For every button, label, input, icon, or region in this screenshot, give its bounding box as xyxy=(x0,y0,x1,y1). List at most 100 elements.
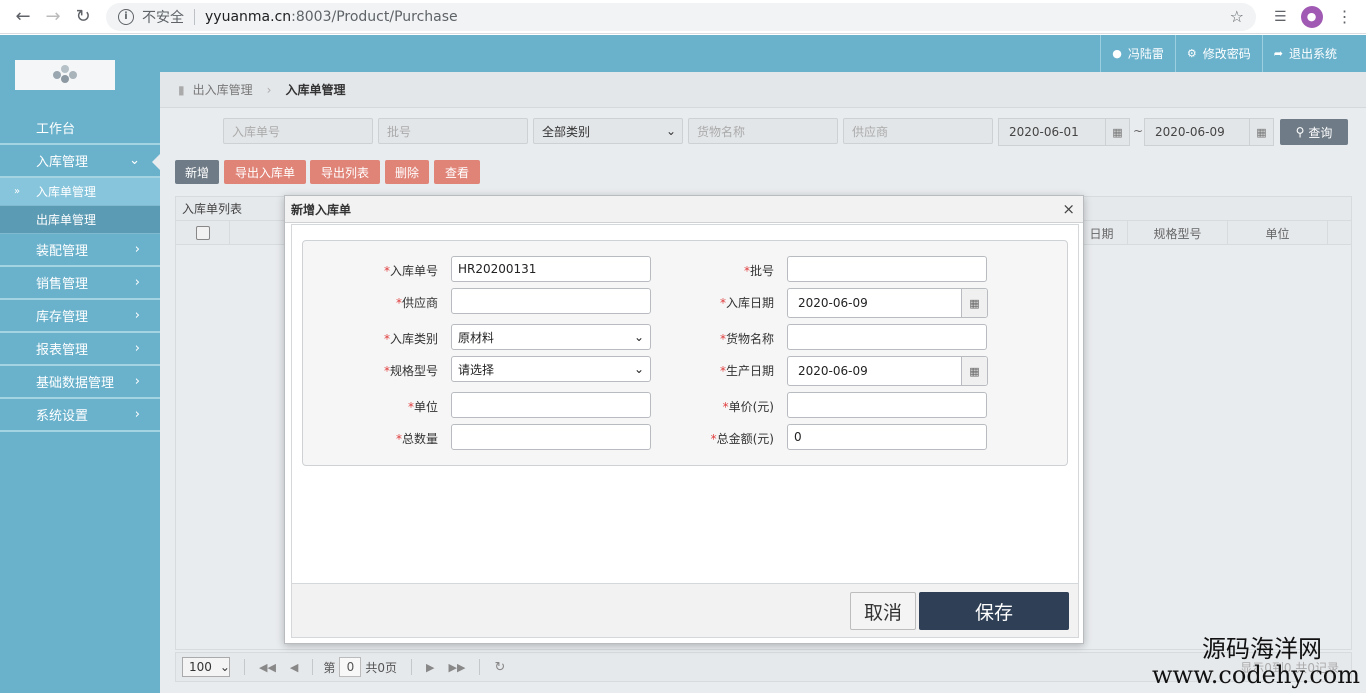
browser-menu-icon[interactable]: ⋮ xyxy=(1337,7,1353,26)
batch-input[interactable] xyxy=(787,256,987,282)
save-button[interactable]: 保存 xyxy=(919,592,1069,630)
reload-icon[interactable]: ↻ xyxy=(68,2,98,32)
add-inbound-order-dialog: 新增入库单 × *入库单号 HR20200131 *批号 *供应商 *入库日期 … xyxy=(284,195,1084,644)
add-button[interactable]: 新增 xyxy=(175,160,219,184)
change-password-button[interactable]: ⚙ 修改密码 xyxy=(1174,35,1262,72)
sidebar: 工作台 入库管理 ⌄ » 入库单管理 出库单管理 装配管理 › 销售管理 › 库… xyxy=(0,112,160,693)
company-logo xyxy=(15,60,115,90)
header-actions: ● 冯陆雷 ⚙ 修改密码 ➦ 退出系统 xyxy=(1100,35,1348,72)
user-menu[interactable]: ● 冯陆雷 xyxy=(1100,35,1175,72)
page-size-select[interactable]: 100 ⌄ xyxy=(182,657,230,677)
in-date-input[interactable]: 2020-06-09 ▦ xyxy=(787,288,988,318)
column-header-spec[interactable]: 规格型号 xyxy=(1128,221,1228,245)
order-no-input[interactable]: HR20200131 xyxy=(451,256,651,282)
close-icon[interactable]: × xyxy=(1062,200,1075,218)
search-icon: ⚲ xyxy=(1295,125,1305,139)
batch-label: *批号 xyxy=(743,264,774,278)
sidebar-item-inventory[interactable]: 库存管理 › xyxy=(0,300,160,333)
batch-filter-input[interactable]: 批号 xyxy=(378,118,528,144)
spec-value: 请选择 xyxy=(458,362,495,377)
sidebar-item-label: 系统设置 xyxy=(36,409,89,424)
logout-label: 退出系统 xyxy=(1288,47,1337,61)
price-input[interactable] xyxy=(787,392,987,418)
order-no-label: *入库单号 xyxy=(383,264,438,278)
calendar-icon[interactable]: ▦ xyxy=(1105,119,1129,145)
supplier-filter-input[interactable]: 供应商 xyxy=(843,118,993,144)
chevron-right-icon: › xyxy=(134,341,140,356)
logo-area xyxy=(0,35,160,112)
prod-date-input[interactable]: 2020-06-09 ▦ xyxy=(787,356,988,386)
profile-avatar[interactable]: ● xyxy=(1300,5,1323,28)
query-button[interactable]: ⚲ 查询 xyxy=(1280,119,1348,145)
sidebar-subitem-outbound-orders[interactable]: 出库单管理 xyxy=(0,206,160,234)
date-range-tilde: ~ xyxy=(1133,124,1144,138)
last-page-icon[interactable]: ▶▶ xyxy=(449,661,466,674)
sidebar-item-label: 工作台 xyxy=(36,122,76,137)
chevron-right-icon: › xyxy=(134,242,140,257)
inbound-order-form: *入库单号 HR20200131 *批号 *供应商 *入库日期 2020-06-… xyxy=(302,240,1068,466)
category-filter-value: 全部类别 xyxy=(542,124,591,139)
next-page-icon[interactable]: ▶ xyxy=(426,661,434,674)
site-watermark: 源码海洋网 www.codehy.com xyxy=(1152,637,1360,687)
goods-filter-input[interactable]: 货物名称 xyxy=(688,118,838,144)
chevron-right-icon: › xyxy=(134,407,140,422)
in-date-value: 2020-06-09 xyxy=(798,296,868,310)
delete-button[interactable]: 删除 xyxy=(385,160,429,184)
first-page-icon[interactable]: ◀◀ xyxy=(259,661,276,674)
spec-select[interactable]: 请选择 ⌄ xyxy=(451,356,651,382)
date-to-input[interactable]: 2020-06-09 ▦ xyxy=(1144,118,1274,146)
unit-input[interactable] xyxy=(451,392,651,418)
total-pages: 共0页 xyxy=(365,660,398,675)
sidebar-item-assembly[interactable]: 装配管理 › xyxy=(0,234,160,267)
refresh-icon[interactable]: ↻ xyxy=(494,660,505,675)
category-filter-select[interactable]: 全部类别 ⌄ xyxy=(533,118,683,144)
sidebar-item-sales[interactable]: 销售管理 › xyxy=(0,267,160,300)
sidebar-subitem-inbound-orders[interactable]: » 入库单管理 xyxy=(0,178,160,206)
sidebar-item-label: 库存管理 xyxy=(36,310,89,325)
share-arrow-icon: ➦ xyxy=(1273,47,1283,60)
cancel-button[interactable]: 取消 xyxy=(850,592,916,630)
goods-input[interactable] xyxy=(787,324,987,350)
qty-input[interactable] xyxy=(451,424,651,450)
chevron-down-icon: ⌄ xyxy=(219,660,230,674)
page-number-input[interactable]: 0 xyxy=(339,657,362,677)
category-value: 原材料 xyxy=(458,330,495,345)
prev-page-icon[interactable]: ◀ xyxy=(290,661,298,674)
calendar-icon[interactable]: ▦ xyxy=(961,357,987,385)
info-icon[interactable]: i xyxy=(118,8,134,25)
sidebar-item-reports[interactable]: 报表管理 › xyxy=(0,333,160,366)
date-from-input[interactable]: 2020-06-01 ▦ xyxy=(998,118,1130,146)
amount-label: *总金额(元) xyxy=(710,432,774,446)
calendar-icon[interactable]: ▦ xyxy=(1249,119,1273,145)
sidebar-item-inbound[interactable]: 入库管理 ⌄ xyxy=(0,145,160,178)
logout-button[interactable]: ➦ 退出系统 xyxy=(1261,35,1348,72)
sidebar-item-settings[interactable]: 系统设置 › xyxy=(0,399,160,432)
supplier-input[interactable] xyxy=(451,288,651,314)
media-playlist-icon[interactable]: ☰ xyxy=(1274,9,1287,25)
pager-divider xyxy=(312,659,314,675)
dialog-title: 新增入库单 xyxy=(285,196,1083,223)
sidebar-item-master-data[interactable]: 基础数据管理 › xyxy=(0,366,160,399)
bookmark-star-icon[interactable]: ☆ xyxy=(1230,7,1244,26)
address-bar[interactable]: i 不安全 yyuanma.cn :8003/Product/Purchase … xyxy=(106,2,1256,31)
back-arrow-icon[interactable]: ← xyxy=(8,2,38,32)
forward-arrow-icon[interactable]: → xyxy=(38,2,68,32)
amount-input[interactable]: 0 xyxy=(787,424,987,450)
breadcrumb-parent[interactable]: 出入库管理 xyxy=(193,81,253,98)
chevron-right-icon: › xyxy=(134,374,140,389)
category-select[interactable]: 原材料 ⌄ xyxy=(451,324,651,350)
export-order-button[interactable]: 导出入库单 xyxy=(224,160,306,184)
order-no-filter-input[interactable]: 入库单号 xyxy=(223,118,373,144)
export-list-button[interactable]: 导出列表 xyxy=(310,160,380,184)
chevron-down-icon: ⌄ xyxy=(633,330,644,344)
calendar-icon[interactable]: ▦ xyxy=(961,289,987,317)
url-host: yyuanma.cn xyxy=(205,8,292,25)
select-all-checkbox[interactable] xyxy=(195,226,210,240)
column-header-unit[interactable]: 单位 xyxy=(1228,221,1328,245)
page-size-value: 100 xyxy=(189,660,212,674)
watermark-line-2: www.codehy.com xyxy=(1152,661,1360,689)
view-button[interactable]: 查看 xyxy=(434,160,480,184)
dialog-body: *入库单号 HR20200131 *批号 *供应商 *入库日期 2020-06-… xyxy=(291,224,1079,584)
sidebar-item-workbench[interactable]: 工作台 xyxy=(0,112,160,145)
supplier-label: *供应商 xyxy=(395,296,438,310)
